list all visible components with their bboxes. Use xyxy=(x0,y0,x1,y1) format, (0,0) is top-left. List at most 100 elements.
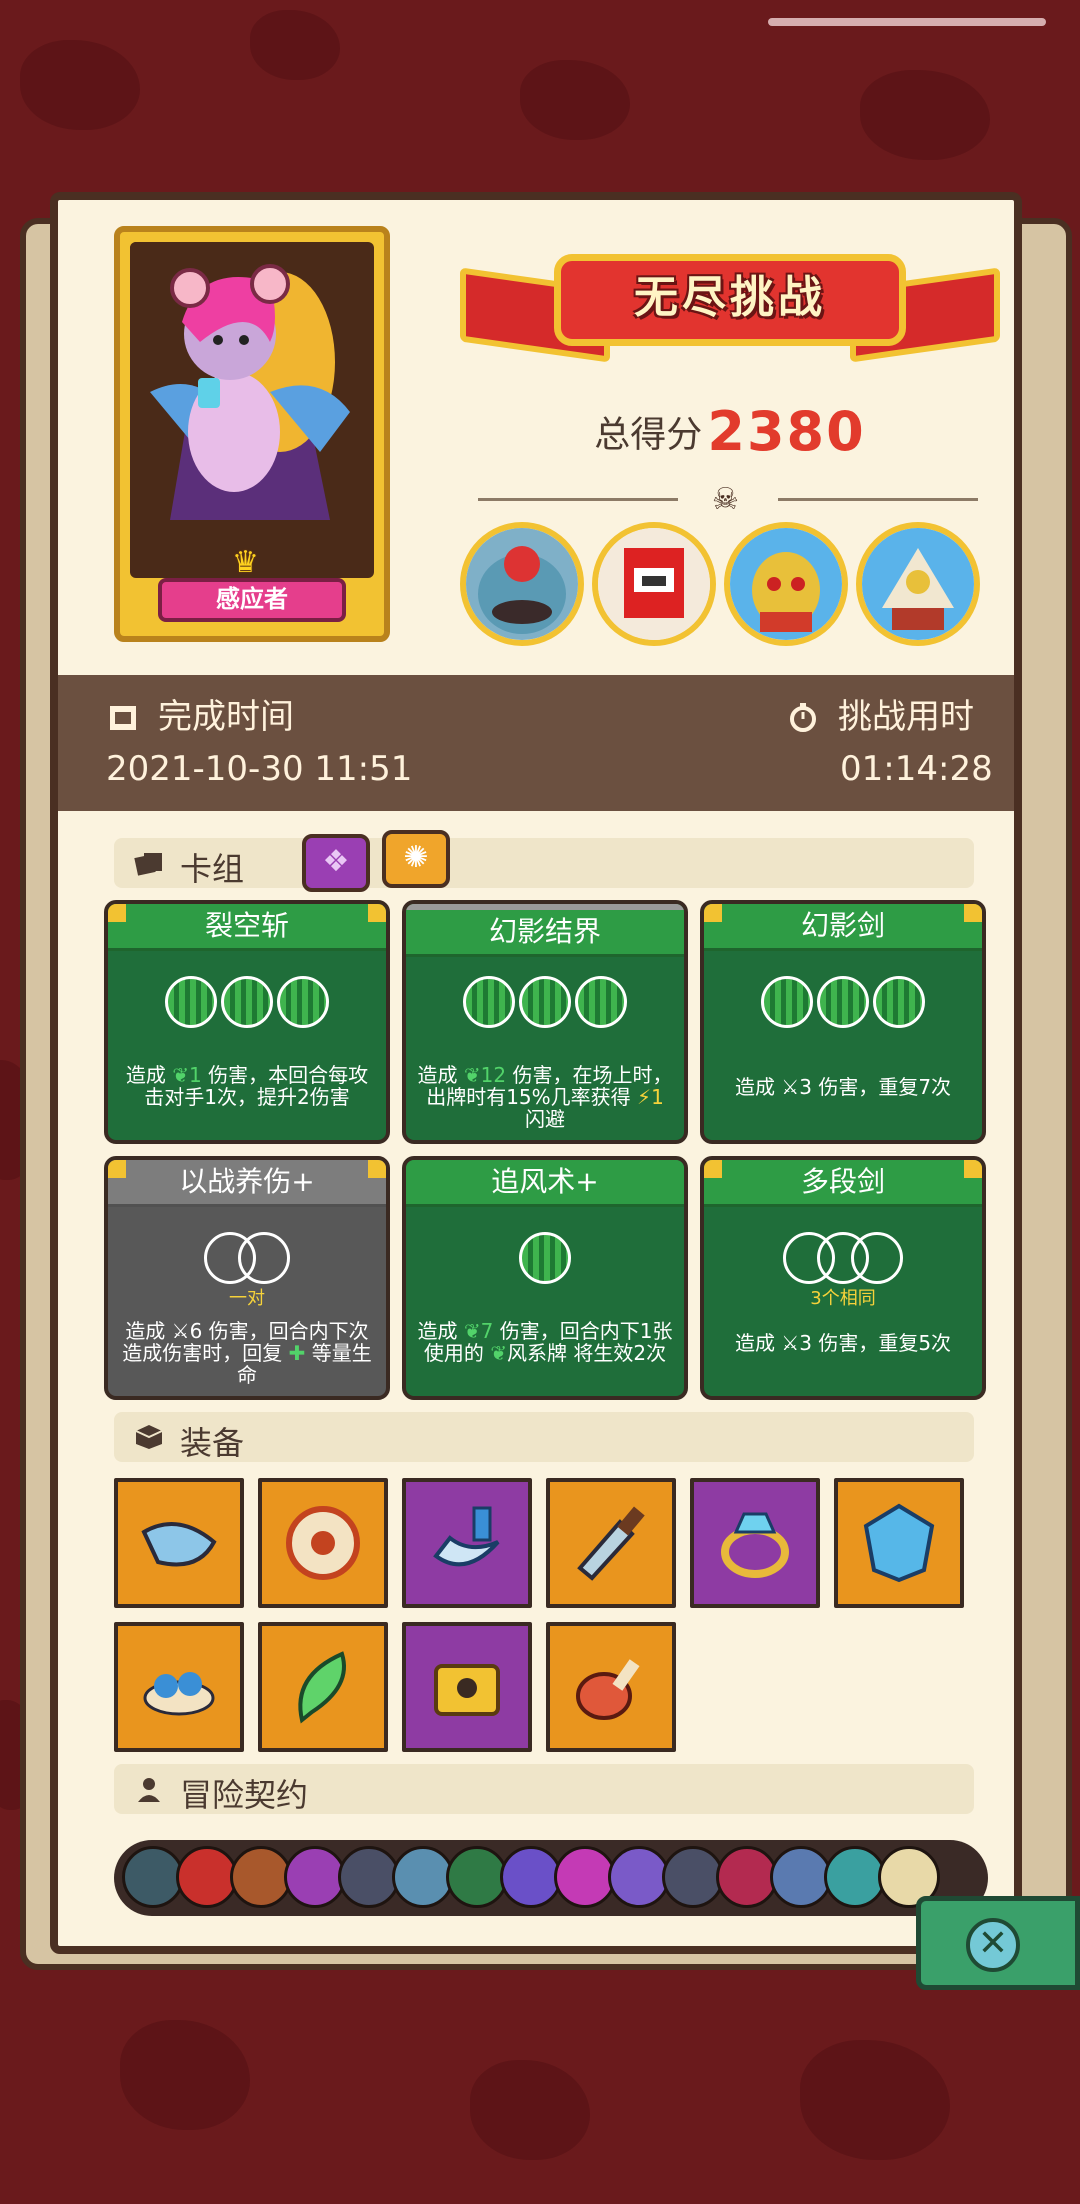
contract-strip xyxy=(114,1840,988,1916)
card-corner xyxy=(108,904,126,922)
feather-icon xyxy=(298,1651,346,1724)
energy-cost xyxy=(406,1232,684,1294)
contract-icon[interactable] xyxy=(230,1846,292,1908)
equipment-eye-chest[interactable] xyxy=(402,1622,532,1752)
equipment-saw[interactable] xyxy=(546,1478,676,1608)
crest-icon xyxy=(863,1503,935,1583)
equipment-horn[interactable] xyxy=(114,1478,244,1608)
contract-icon[interactable] xyxy=(554,1846,616,1908)
card-corner xyxy=(704,904,722,922)
contract-icon[interactable] xyxy=(284,1846,346,1908)
skill-card[interactable]: 追风术+ 造成 ❦7 伤害，回合内下1张使用的 ❦风系牌 将生效2次 xyxy=(402,1156,688,1400)
contract-icon[interactable] xyxy=(392,1846,454,1908)
card-corner xyxy=(368,1160,386,1178)
desc-number: 1 xyxy=(189,1063,202,1087)
desc-number: 1 xyxy=(651,1085,664,1109)
equipment-crest[interactable] xyxy=(834,1478,964,1608)
mushroom-icon xyxy=(143,1672,215,1716)
deck-header: 卡组 xyxy=(114,838,974,888)
skill-card[interactable]: 以战养伤+ 一对 造成 ⚔6 伤害，回合内下次造成伤害时，回复 ✚ 等量生命 xyxy=(104,1156,390,1400)
desc-text: 造成 xyxy=(417,1319,464,1343)
skill-card[interactable]: 幻影剑 造成 ⚔3 伤害，重复7次 xyxy=(700,900,986,1144)
card-corner xyxy=(108,1160,126,1178)
empty-orb xyxy=(851,1232,903,1284)
boss-divider: ☠ xyxy=(448,482,1008,517)
completed-label-text: 完成时间 xyxy=(158,697,294,737)
purple-deck-tag[interactable]: ❖ xyxy=(302,834,370,892)
contract-icon[interactable] xyxy=(608,1846,670,1908)
leaf-icon: ❦ xyxy=(463,1319,481,1343)
hero-name: 感应者 xyxy=(158,578,346,622)
card-corner xyxy=(964,904,982,922)
contract-icon[interactable] xyxy=(500,1846,562,1908)
ring-icon xyxy=(721,1512,789,1578)
equipment-feather[interactable] xyxy=(258,1622,388,1752)
contract-icon[interactable] xyxy=(824,1846,886,1908)
cards-icon xyxy=(134,853,162,876)
contracts-label: 冒险契约 xyxy=(180,1776,309,1814)
score-label: 总得分 xyxy=(594,414,703,456)
result-panel: ♛ 感应者 无尽挑战 总得分 2380 ☠ 完成时间 2021-10-30 11… xyxy=(50,192,1022,1954)
person-icon xyxy=(138,1778,160,1802)
energy-cost xyxy=(406,976,684,1038)
contract-icon[interactable] xyxy=(176,1846,238,1908)
card-description: 造成 ⚔3 伤害，重复7次 xyxy=(734,1075,952,1099)
card-title: 以战养伤+ xyxy=(108,1160,386,1207)
disc-icon xyxy=(286,1506,360,1580)
contract-icon[interactable] xyxy=(662,1846,724,1908)
skill-card[interactable]: 多段剑 3个相同 造成 ⚔3 伤害，重复5次 xyxy=(700,1156,986,1400)
energy-orb xyxy=(165,976,217,1028)
contract-icon[interactable] xyxy=(122,1846,184,1908)
meat-icon xyxy=(576,1659,640,1720)
card-title: 裂空斩 xyxy=(108,904,386,951)
card-title: 幻影结界 xyxy=(406,904,684,957)
equipment-ring[interactable] xyxy=(690,1478,820,1608)
close-icon[interactable]: ✕ xyxy=(966,1918,1020,1972)
energy-orb xyxy=(519,976,571,1028)
contract-icon[interactable] xyxy=(446,1846,508,1908)
divider-line-right xyxy=(778,498,978,501)
empty-orb xyxy=(238,1232,290,1284)
boss-portrait-1[interactable] xyxy=(460,522,584,646)
equipment-mushroom[interactable] xyxy=(114,1622,244,1752)
curved-blade-icon xyxy=(433,1506,500,1567)
energy-orb xyxy=(817,976,869,1028)
card-corner xyxy=(368,904,386,922)
orb-requirement: 3个相同 xyxy=(810,1288,876,1309)
card-description: 造成 ⚔6 伤害，回合内下次造成伤害时，回复 ✚ 等量生命 xyxy=(118,1320,376,1386)
desc-text: 闪避 xyxy=(525,1107,565,1131)
boss-portrait-3[interactable] xyxy=(724,522,848,646)
desc-number: 7 xyxy=(480,1319,494,1343)
duration-label-text: 挑战用时 xyxy=(838,697,974,737)
boss-portrait-2[interactable] xyxy=(592,522,716,646)
orange-deck-tag[interactable]: ✺ xyxy=(382,830,450,888)
desc-text: 造成 xyxy=(125,1063,173,1087)
card-description: 造成 ⚔3 伤害，重复5次 xyxy=(734,1331,952,1355)
score-value: 2380 xyxy=(707,400,866,463)
deck-label: 卡组 xyxy=(180,850,245,888)
skill-card[interactable]: 幻影结界 造成 ❦12 伤害，在场上时，出牌时有15%几率获得 ⚡1 闪避 xyxy=(402,900,688,1144)
challenge-title: 无尽挑战 xyxy=(634,272,826,323)
eye-chest-icon xyxy=(434,1664,500,1716)
hero-card[interactable]: ♛ 感应者 xyxy=(114,226,390,642)
horn-icon xyxy=(141,1522,217,1567)
energy-orb xyxy=(575,976,627,1028)
equipment-blade[interactable] xyxy=(402,1478,532,1608)
completed-time-label: 完成时间 xyxy=(108,689,294,738)
contract-icon[interactable] xyxy=(716,1846,778,1908)
card-title: 多段剑 xyxy=(704,1160,982,1207)
boss-portrait-4[interactable] xyxy=(856,522,980,646)
equipment-shield-disc[interactable] xyxy=(258,1478,388,1608)
contract-icon[interactable] xyxy=(338,1846,400,1908)
contract-icon[interactable] xyxy=(770,1846,832,1908)
duration-label: 挑战用时 xyxy=(788,689,974,738)
crown-icon: ♛ xyxy=(232,545,259,580)
card-title: 幻影剑 xyxy=(704,904,982,951)
card-description: 造成 ❦1 伤害，本回合每攻击对手1次，提升2伤害 xyxy=(118,1064,376,1108)
skill-card[interactable]: 裂空斩 造成 ❦1 伤害，本回合每攻击对手1次，提升2伤害 xyxy=(104,900,390,1144)
card-corner xyxy=(704,1160,722,1178)
completed-time-value: 2021-10-30 11:51 xyxy=(106,749,413,789)
box-icon xyxy=(135,1425,163,1449)
divider-line-left xyxy=(478,498,678,501)
equipment-meat[interactable] xyxy=(546,1622,676,1752)
